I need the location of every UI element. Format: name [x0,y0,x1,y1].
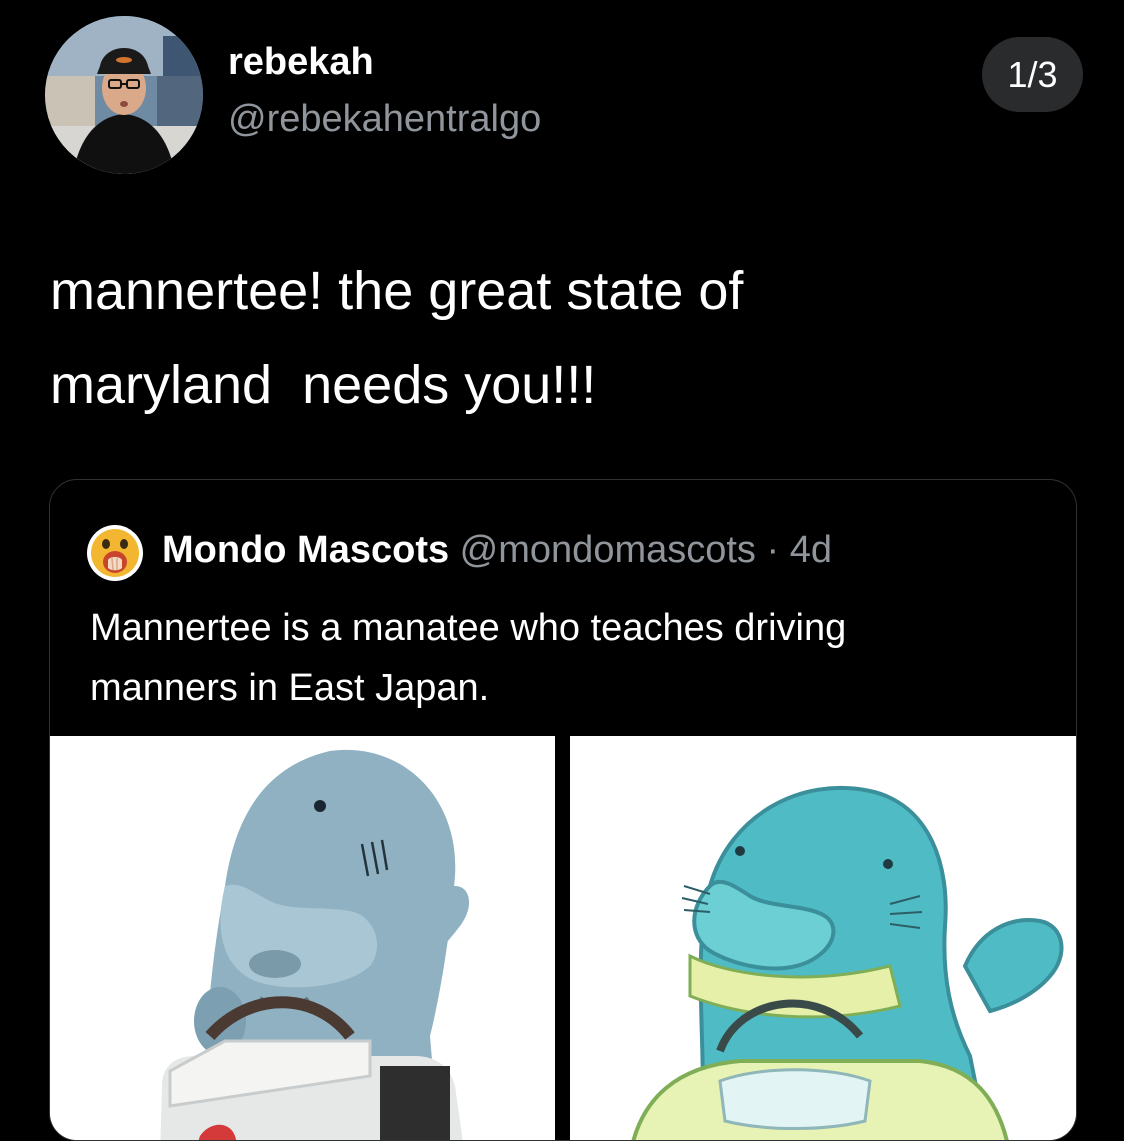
author-handle[interactable]: @rebekahentralgo [228,100,541,138]
mascot-costume-photo[interactable] [50,736,555,1140]
pagination-label: 1/3 [1007,53,1058,95]
quoted-tweet-card[interactable]: Mondo Mascots @mondomascots · 4d Mannert… [49,479,1077,1141]
quoted-author-meta: @mondomascots · 4d [449,529,832,571]
mascot-illustration[interactable] [570,736,1076,1140]
shocked-emoji-icon[interactable] [86,524,144,582]
quoted-tweet-text: Mannertee is a manatee who teaches drivi… [90,607,847,709]
author-avatar[interactable] [45,16,203,174]
image-pagination-badge: 1/3 [982,37,1083,112]
author-display-name[interactable]: rebekah [228,43,374,81]
author-avatar-image [45,16,203,174]
quoted-author-name[interactable]: Mondo Mascots [162,529,449,571]
quoted-tweet-header: Mondo Mascots @mondomascots · 4d [162,524,832,576]
tweet-text: mannertee! the great state of maryland n… [50,261,744,415]
